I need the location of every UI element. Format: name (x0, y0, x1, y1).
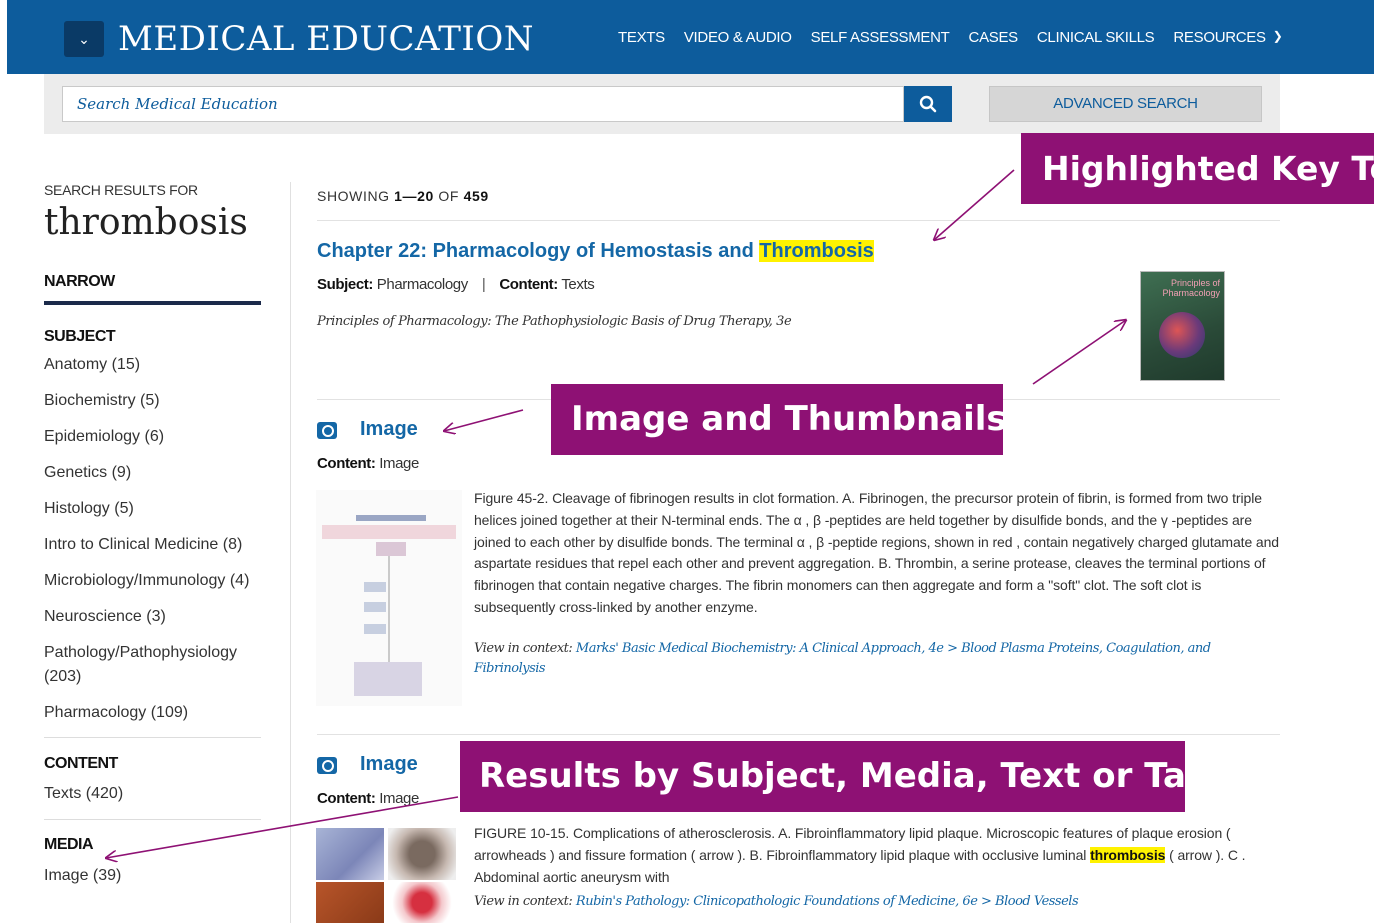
annotation-arrows (0, 169, 1374, 923)
